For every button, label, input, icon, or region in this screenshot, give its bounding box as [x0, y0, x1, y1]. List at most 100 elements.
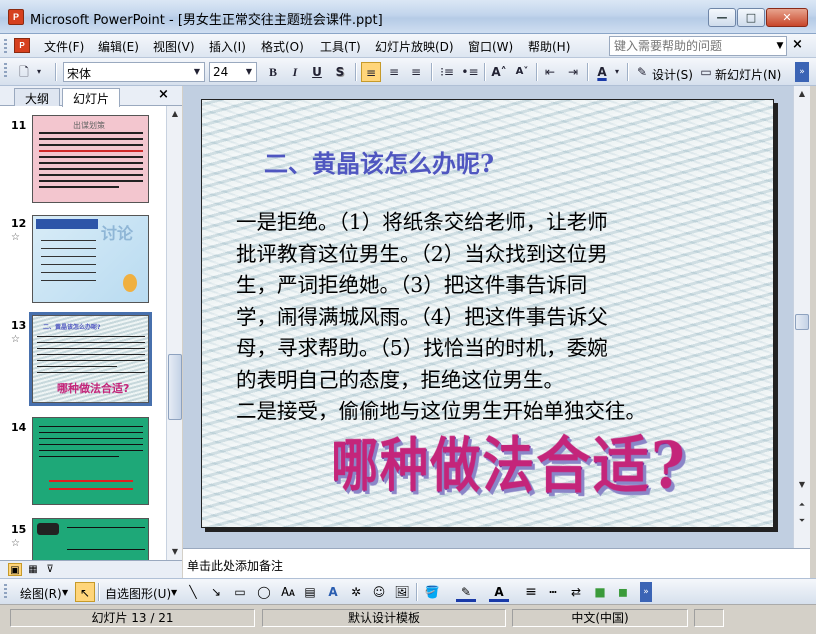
new-slide-icon[interactable]: ▭: [697, 62, 715, 82]
font-family-select[interactable]: 宋体 ▼: [63, 62, 205, 82]
vertical-textbox-icon[interactable]: ▤: [300, 582, 320, 602]
italic-button[interactable]: I: [285, 62, 305, 82]
scroll-up-icon[interactable]: ▲: [168, 107, 182, 121]
textbox-tool-icon[interactable]: 🗛: [278, 582, 298, 602]
new-slide-button[interactable]: 新幻灯片(N): [715, 66, 781, 83]
select-pointer-icon[interactable]: ↖: [75, 582, 95, 602]
close-pane-icon[interactable]: ×: [158, 87, 169, 102]
design-button[interactable]: 设计(S): [652, 66, 693, 83]
scrollbar-thumb[interactable]: [795, 314, 809, 330]
normal-view-icon[interactable]: ▣: [8, 563, 22, 576]
slideshow-view-icon[interactable]: ⊽: [43, 563, 57, 576]
tab-slides[interactable]: 幻灯片: [62, 88, 121, 107]
design-template-name[interactable]: 默认设计模板: [262, 609, 506, 627]
3d-style-icon[interactable]: ◼: [613, 582, 633, 602]
bold-button[interactable]: B: [263, 62, 283, 82]
next-slide-icon[interactable]: ⏷: [795, 514, 809, 528]
help-search-input[interactable]: [609, 36, 787, 56]
align-right-icon[interactable]: ≡: [406, 62, 426, 82]
slide-thumbnail-15[interactable]: [32, 518, 149, 560]
line-style-icon[interactable]: ≡: [521, 582, 541, 602]
shadow-style-icon[interactable]: ■: [590, 582, 610, 602]
text-shadow-button[interactable]: S: [330, 62, 350, 82]
menu-slideshow[interactable]: 幻灯片放映(D): [373, 38, 456, 55]
draw-menu-button[interactable]: 绘图(R): [20, 585, 62, 602]
notes-placeholder[interactable]: 单击此处添加备注: [187, 557, 283, 574]
menu-file[interactable]: 文件(F): [42, 38, 86, 55]
font-size-select[interactable]: 24 ▼: [209, 62, 257, 82]
fill-color-icon[interactable]: 🪣: [422, 582, 442, 602]
toolbar-options-arrow-icon[interactable]: ▾: [34, 62, 44, 82]
minimize-button[interactable]: —: [708, 8, 736, 27]
close-document-icon[interactable]: ×: [792, 37, 804, 52]
rectangle-tool-icon[interactable]: ▭: [230, 582, 250, 602]
underline-button[interactable]: U: [307, 62, 327, 82]
font-color-icon[interactable]: A: [489, 582, 509, 602]
menu-window[interactable]: 窗口(W): [466, 38, 515, 55]
autoshapes-button[interactable]: 自选图形(U): [105, 585, 171, 602]
slide-sorter-view-icon[interactable]: ▦: [26, 563, 40, 576]
menu-tools[interactable]: 工具(T): [318, 38, 363, 55]
slide-body-text[interactable]: 一是拒绝。（1）将纸条交给老师，让老师 批评教育这位男生。（2）当众找到这位男 …: [236, 207, 771, 428]
thumbnails-scrollbar[interactable]: ▲ ▼: [166, 106, 182, 560]
menu-format[interactable]: 格式(O): [259, 38, 306, 55]
powerpoint-app-icon[interactable]: P: [8, 9, 24, 25]
document-icon[interactable]: P: [14, 38, 30, 53]
maximize-button[interactable]: □: [737, 8, 765, 27]
slide-body-line: 母，寻求帮助。（5）找恰当的时机，委婉: [236, 336, 608, 360]
line-tool-icon[interactable]: ╲: [183, 582, 203, 602]
increase-indent-icon[interactable]: ⇥: [563, 62, 583, 82]
oval-tool-icon[interactable]: ◯: [254, 582, 274, 602]
chevron-down-icon[interactable]: ▼: [191, 64, 203, 80]
previous-slide-icon[interactable]: ⏶: [795, 498, 809, 512]
slide-scrollbar[interactable]: ▲ ▼ ⏶ ⏷: [793, 86, 810, 548]
line-color-icon[interactable]: ✎: [456, 582, 476, 602]
menu-insert[interactable]: 插入(I): [207, 38, 248, 55]
bullet-list-icon[interactable]: •≡: [460, 62, 480, 82]
slides-pane: 大纲 幻灯片 × 11 出谋划策 12 ☆ 讨论 13 ☆ 二、黄晶该怎么办呢?…: [0, 86, 182, 560]
picture-tool-icon[interactable]: 🖼: [392, 582, 412, 602]
decrease-font-size-icon[interactable]: A˅: [512, 62, 532, 82]
font-color-icon[interactable]: A: [592, 62, 612, 82]
scroll-up-icon[interactable]: ▲: [795, 87, 809, 101]
font-color-dropdown-icon[interactable]: ▾: [612, 62, 622, 82]
wordart-tool-icon[interactable]: A: [323, 582, 343, 602]
chevron-down-icon[interactable]: ▼: [243, 64, 255, 80]
menu-view[interactable]: 视图(V): [151, 38, 197, 55]
notes-pane[interactable]: 单击此处添加备注: [183, 548, 810, 578]
numbered-list-icon[interactable]: ⁝≡: [437, 62, 457, 82]
slide-thumbnail-11[interactable]: 出谋划策: [32, 115, 149, 203]
menu-edit[interactable]: 编辑(E): [96, 38, 141, 55]
tab-outline[interactable]: 大纲: [14, 88, 61, 106]
align-center-icon[interactable]: ≡: [384, 62, 404, 82]
decrease-indent-icon[interactable]: ⇤: [540, 62, 560, 82]
scrollbar-thumb[interactable]: [168, 354, 182, 420]
chevron-down-icon[interactable]: ▼: [171, 588, 177, 597]
help-dropdown-arrow-icon[interactable]: ▼: [774, 37, 786, 55]
arrow-tool-icon[interactable]: ↘: [206, 582, 226, 602]
slide-thumbnail-13[interactable]: 二、黄晶该怎么办呢? 哪种做法合适?: [29, 312, 152, 406]
new-document-icon[interactable]: 🗋: [14, 62, 34, 82]
scroll-down-icon[interactable]: ▼: [168, 545, 182, 559]
slide-thumbnail-12[interactable]: 讨论: [32, 215, 149, 303]
chevron-down-icon[interactable]: ▼: [62, 588, 68, 597]
dash-style-icon[interactable]: ┅: [543, 582, 563, 602]
toolbar-overflow-icon[interactable]: »: [795, 62, 809, 82]
increase-font-size-icon[interactable]: A˄: [489, 62, 509, 82]
toolbar-grip-icon[interactable]: [4, 63, 7, 77]
wordart-question[interactable]: 哪种做法合适?: [331, 415, 687, 507]
menu-help[interactable]: 帮助(H): [526, 38, 572, 55]
arrow-style-icon[interactable]: ⇄: [566, 582, 586, 602]
clipart-tool-icon[interactable]: ☺: [369, 582, 389, 602]
toolbar-grip-icon[interactable]: [4, 39, 7, 53]
current-slide[interactable]: 二、黄晶该怎么办呢? 一是拒绝。（1）将纸条交给老师，让老师 批评教育这位男生。…: [201, 99, 774, 528]
diagram-tool-icon[interactable]: ✲: [346, 582, 366, 602]
toolbar-grip-icon[interactable]: [4, 584, 7, 598]
scroll-down-icon[interactable]: ▼: [795, 478, 809, 492]
design-icon[interactable]: ✎: [633, 62, 651, 82]
toolbar-overflow-icon[interactable]: »: [640, 582, 652, 602]
close-button[interactable]: ✕: [766, 8, 808, 27]
slide-heading[interactable]: 二、黄晶该怎么办呢?: [264, 144, 494, 179]
align-left-icon[interactable]: ≡: [361, 62, 381, 82]
slide-thumbnail-14[interactable]: [32, 417, 149, 505]
